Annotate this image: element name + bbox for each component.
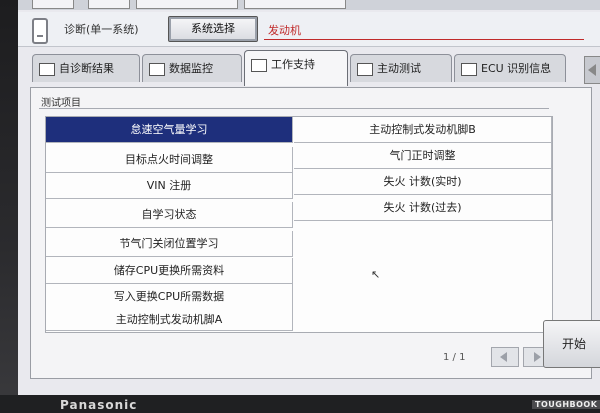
system-label: 发动机	[268, 24, 301, 37]
tab-label: 主动测试	[377, 62, 421, 75]
tab-label: 自诊断结果	[59, 62, 114, 75]
test-items-panel: 测试项目 怠速空气量学习 目标点火时间调整 VIN 注册 自学习状态 节气门关闭…	[30, 87, 592, 379]
tab-work-support[interactable]: 工作支持	[244, 50, 348, 86]
page-indicator: 1 / 1	[443, 352, 466, 363]
test-items-grid: 怠速空气量学习 目标点火时间调整 VIN 注册 自学习状态 节气门关闭位置学习 …	[45, 116, 553, 333]
tab-ecu-info[interactable]: ECU 识别信息	[454, 54, 566, 82]
mouse-cursor-icon: ↖	[371, 268, 381, 281]
device-brand-logo: Panasonic	[60, 398, 138, 412]
document-icon	[39, 63, 55, 76]
test-item-row[interactable]: 储存CPU更换所需资料	[46, 258, 293, 284]
test-icon	[357, 63, 373, 76]
device-icon	[32, 18, 48, 44]
tab-active-test[interactable]: 主动测试	[350, 54, 452, 82]
top-stub-button	[88, 0, 130, 9]
tab-label: 数据监控	[169, 62, 213, 75]
test-item-row[interactable]: 自学习状态	[46, 202, 293, 228]
tab-scroll-left-icon[interactable]	[584, 56, 600, 84]
top-stub-button	[136, 0, 238, 9]
prev-page-icon[interactable]	[491, 347, 519, 367]
breadcrumb: 诊断(单一系统)	[64, 23, 139, 36]
screen: 诊断(单一系统) 系统选择 发动机 自诊断结果 数据监控 工作支持 主动测试 E…	[18, 0, 600, 395]
ecu-icon	[461, 63, 477, 76]
top-strip	[18, 0, 600, 10]
top-stub-button	[32, 0, 74, 9]
test-item-row[interactable]: 主动控制式发动机脚A	[46, 309, 293, 331]
top-stub-button	[244, 0, 346, 9]
start-button[interactable]: 开始	[543, 320, 600, 368]
tab-label: ECU 识别信息	[481, 62, 552, 75]
test-item-row[interactable]: 失火 计数(实时)	[294, 169, 552, 195]
monitor-icon	[149, 63, 165, 76]
wrench-icon	[251, 59, 267, 72]
test-item-row[interactable]: 失火 计数(过去)	[294, 195, 552, 221]
test-item-row[interactable]: VIN 注册	[46, 173, 293, 199]
system-select-button[interactable]: 系统选择	[168, 16, 258, 42]
tab-self-diagnosis[interactable]: 自诊断结果	[32, 54, 140, 82]
header-row: 诊断(单一系统) 系统选择 发动机	[18, 12, 600, 47]
test-item-row[interactable]: 写入更换CPU所需数据	[46, 284, 293, 310]
system-underline	[264, 39, 584, 40]
tab-data-monitor[interactable]: 数据监控	[142, 54, 242, 82]
device-brand-badge: TOUGHBOOK	[532, 400, 600, 409]
test-item-row[interactable]: 怠速空气量学习	[46, 117, 293, 143]
test-item-row[interactable]: 目标点火时间调整	[46, 147, 293, 173]
panel-divider	[39, 108, 549, 109]
test-item-row[interactable]: 气门正时调整	[294, 143, 552, 169]
panel-title: 测试项目	[41, 98, 81, 109]
tab-label: 工作支持	[271, 58, 315, 71]
tab-bar: 自诊断结果 数据监控 工作支持 主动测试 ECU 识别信息	[18, 48, 600, 88]
test-item-row[interactable]: 节气门关闭位置学习	[46, 231, 293, 257]
test-item-row[interactable]: 主动控制式发动机脚B	[294, 117, 552, 143]
